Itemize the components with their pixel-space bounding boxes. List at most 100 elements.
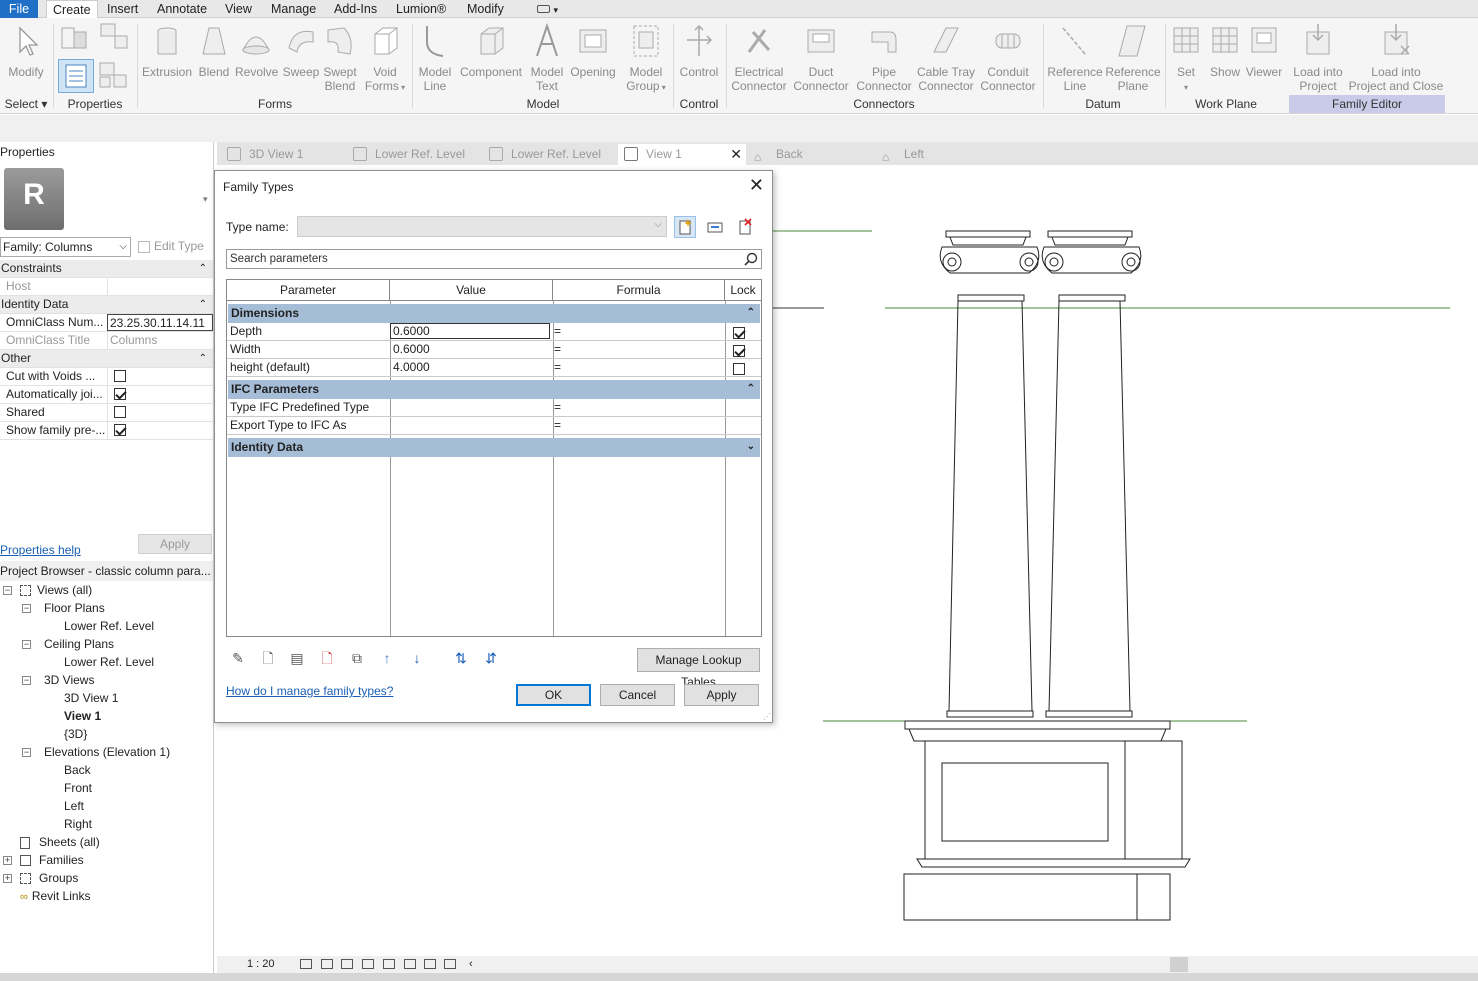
detail-level-icon[interactable] [300,959,312,969]
shadows-icon[interactable] [362,959,374,969]
extrusion-button[interactable]: Extrusion [141,22,193,79]
tab-view-1[interactable]: View 1 ✕ [618,144,746,165]
parameter-properties-icon[interactable]: ▤ [288,649,306,667]
tab-lower-ref-level-1[interactable]: Lower Ref. Level [347,144,481,165]
shared-checkbox[interactable] [114,405,126,418]
hide-isolate-icon[interactable] [444,959,456,969]
chevron-down-icon[interactable]: ▾ [203,194,208,205]
sort-descending-icon[interactable]: ⇵ [482,649,500,667]
delete-parameter-icon[interactable]: 🗋 [318,649,336,667]
prop-omniclass-number[interactable]: OmniClass Num... 23.25.30.11.14.11 [0,314,213,332]
new-type-button[interactable] [674,216,696,238]
tree-views-all[interactable]: Views (all) [20,581,92,599]
column-header-value[interactable]: Value [390,280,553,301]
type-properties-icon[interactable] [97,59,131,91]
tree-groups[interactable]: Groups [20,869,78,887]
pipe-connector-button[interactable]: Pipe Connector [853,22,915,93]
sort-ascending-icon[interactable]: ⇅ [452,649,470,667]
group-dimensions[interactable]: Dimensions ⌃ [228,304,760,323]
tab-3d-view-1[interactable]: 3D View 1 [221,144,345,165]
swept-blend-button[interactable]: Swept Blend [320,22,360,93]
type-name-dropdown[interactable]: ⌵ [297,216,667,237]
panel-select[interactable]: Select ▾ [3,97,49,111]
tree-elevation-back[interactable]: Back [64,761,91,779]
family-types-help-link[interactable]: How do I manage family types? [226,684,393,698]
column-header-formula[interactable]: Formula [553,280,725,301]
set-work-plane-button[interactable]: Set ▾ [1168,22,1204,95]
tree-sheets[interactable]: Sheets (all) [20,833,100,851]
collapse-toggle[interactable]: − [3,586,12,595]
family-category-icon[interactable] [60,24,90,52]
tree-elevation-left[interactable]: Left [64,797,84,815]
quick-access-dropdown[interactable]: ▾ [531,0,564,18]
tree-elevations[interactable]: Elevations (Elevation 1) [44,743,170,761]
model-line-button[interactable]: Model Line [415,22,455,93]
expand-toggle[interactable]: + [3,856,12,865]
tree-view-1[interactable]: View 1 [64,707,101,725]
apply-button[interactable]: Apply [684,684,759,706]
tab-left[interactable]: ⌂ Left [876,144,1000,165]
automatically-join-checkbox[interactable] [114,387,126,400]
ok-button[interactable]: OK [516,684,591,706]
tab-back[interactable]: ⌂ Back [748,144,872,165]
properties-active-icon[interactable] [58,59,94,93]
menu-annotate[interactable]: Annotate [151,0,213,18]
edit-parameter-icon[interactable]: ✎ [229,649,247,667]
resize-grip-icon[interactable]: ⋰ [763,712,771,721]
group-identity-data[interactable]: Identity Data ⌄ [228,438,760,457]
tree-elevation-front[interactable]: Front [64,779,92,797]
tree-floor-lower-ref-level[interactable]: Lower Ref. Level [64,617,154,635]
conduit-connector-button[interactable]: Conduit Connector [977,22,1039,93]
width-value-field[interactable]: 0.6000 [391,341,551,358]
blend-button[interactable]: Blend [196,22,232,79]
tree-3d-view-1[interactable]: 3D View 1 [64,689,118,707]
tree-ceiling-plans[interactable]: Ceiling Plans [44,635,114,653]
move-parameter-down-icon[interactable]: ↓ [408,649,426,667]
menu-manage[interactable]: Manage [265,0,322,18]
lock-view-icon[interactable] [404,959,416,969]
depth-lock-checkbox[interactable] [733,326,745,339]
tree-revit-links[interactable]: ∞ Revit Links [20,887,91,905]
column-header-parameter[interactable]: Parameter [227,280,390,301]
manage-lookup-tables-button[interactable]: Manage Lookup Tables [637,648,760,689]
modify-button[interactable]: Modify [5,22,47,79]
group-ifc-parameters[interactable]: IFC Parameters ⌃ [228,380,760,399]
viewer-button[interactable]: Viewer [1244,22,1284,79]
tree-families[interactable]: Families [20,851,84,869]
component-button[interactable]: Component [458,22,524,79]
model-text-button[interactable]: Model Text [527,22,567,93]
menu-modify[interactable]: Modify [461,0,510,18]
edit-type-button[interactable]: Edit Type [138,237,212,257]
depth-value-field[interactable]: 0.6000 [390,323,550,339]
tree-3d-views[interactable]: 3D Views [44,671,94,689]
height-value-field[interactable]: 4.0000 [391,359,551,376]
tree-3d-default[interactable]: {3D} [64,725,87,743]
menu-view[interactable]: View [219,0,258,18]
export-type-formula-field[interactable]: = [554,417,561,434]
properties-apply-button[interactable]: Apply [138,534,212,554]
scroll-left-icon[interactable]: ‹ [469,956,473,973]
move-parameter-up-icon[interactable]: ↑ [378,649,396,667]
properties-help-link[interactable]: Properties help [0,543,81,557]
tree-floor-plans[interactable]: Floor Plans [44,599,105,617]
collapse-toggle[interactable]: − [22,604,31,613]
cancel-button[interactable]: Cancel [600,684,675,706]
reference-plane-button[interactable]: Reference Plane [1105,22,1161,93]
height-lock-checkbox[interactable] [733,362,745,375]
close-tab-icon[interactable]: ✕ [730,144,742,164]
collapse-toggle[interactable]: − [22,748,31,757]
load-into-project-button[interactable]: Load into Project [1288,22,1348,93]
expand-toggle[interactable]: + [3,874,12,883]
load-into-project-and-close-button[interactable]: Load into Project and Close [1348,22,1444,93]
electrical-connector-button[interactable]: Electrical Connector [728,22,790,93]
visual-style-icon[interactable] [321,959,333,969]
view-scale[interactable]: 1 : 20 [247,956,275,973]
delete-type-button[interactable] [734,216,756,238]
omniclass-number-field[interactable]: 23.25.30.11.14.11 [107,314,213,331]
render-icon[interactable] [383,959,395,969]
cut-with-voids-checkbox[interactable] [114,369,126,382]
void-forms-button[interactable]: Void Forms ▾ [364,22,406,95]
section-other[interactable]: Other ⌃ [0,350,213,368]
close-icon[interactable]: ✕ [749,176,764,194]
control-button[interactable]: Control [676,22,722,79]
